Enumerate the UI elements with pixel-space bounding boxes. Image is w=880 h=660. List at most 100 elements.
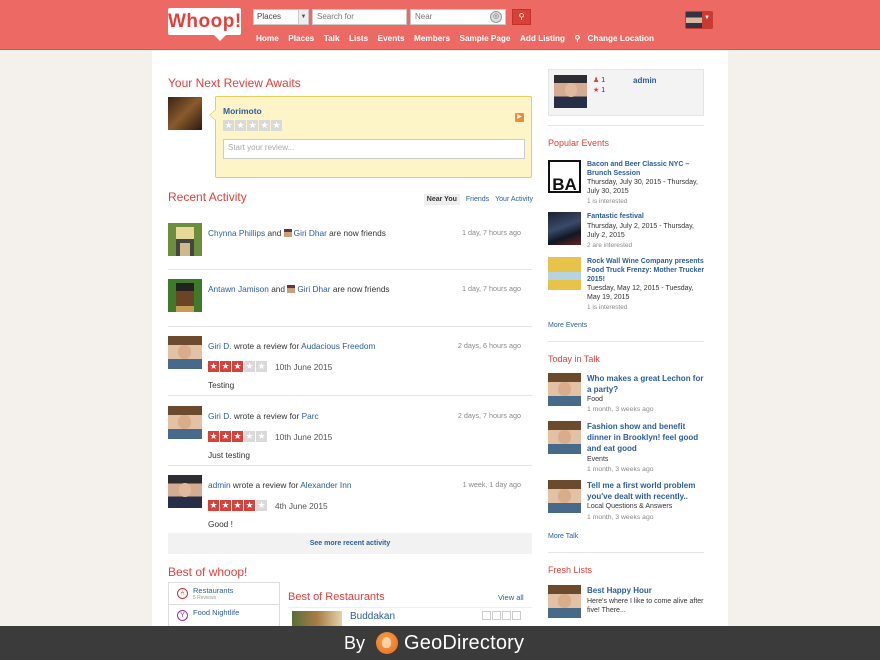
nav-lists[interactable]: Lists [349, 34, 368, 43]
star-filled-icon: ★ [220, 431, 231, 442]
event-date: Thursday, July 30, 2015 - Thursday, July… [587, 179, 698, 195]
avatar[interactable] [548, 585, 581, 618]
search-type-select[interactable]: Places ▼ [253, 9, 309, 25]
star-icon[interactable]: ★ [235, 120, 246, 131]
list-item: Best Happy Hour Here's where I like to c… [548, 585, 708, 618]
search-input[interactable]: Search for [312, 9, 407, 25]
nav-change-location-label: Change Location [587, 34, 654, 43]
tab-your-activity[interactable]: Your Activity [495, 196, 533, 203]
search-button[interactable]: ⚲ [512, 9, 531, 25]
avatar[interactable] [548, 421, 581, 454]
best-of-heading: Best of whoop! [168, 565, 248, 579]
activity-target[interactable]: Audacious Freedom [301, 341, 375, 351]
event-interested: 1 is interested [587, 304, 628, 311]
activity-target[interactable]: Giri Dhar [294, 228, 327, 238]
star-icon [502, 611, 511, 620]
star-filled-icon: ★ [232, 500, 243, 511]
category-sub: 5 Reviews [193, 595, 217, 601]
nav-talk[interactable]: Talk [324, 34, 340, 43]
nav-members[interactable]: Members [414, 34, 450, 43]
star-icon [492, 611, 501, 620]
nav-add-listing[interactable]: Add Listing [520, 34, 565, 43]
search-type-value: Places [257, 12, 282, 21]
event-title[interactable]: Fantastic festival [587, 212, 705, 221]
listing-name[interactable]: Buddakan [350, 611, 395, 622]
user-summary: ♟ 1 ★ 1 admin [548, 69, 704, 116]
list-title[interactable]: Best Happy Hour [587, 585, 705, 596]
see-more-activity-button[interactable]: See more recent activity [168, 533, 532, 554]
activity-verb: wrote a review for [233, 341, 300, 351]
review-body: Just testing [208, 450, 250, 460]
tab-friends[interactable]: Friends [466, 196, 489, 203]
activity-actor[interactable]: Giri D. [208, 341, 232, 351]
chevron-down-icon: ▼ [704, 15, 710, 21]
talk-title[interactable]: Fashion show and benefit dinner in Brook… [587, 421, 705, 454]
talk-title[interactable]: Who makes a great Lechon for a party? [587, 373, 705, 395]
star-icon[interactable]: ★ [223, 120, 234, 131]
activity-target[interactable]: Parc [302, 411, 319, 421]
star-icon[interactable]: ★ [271, 120, 282, 131]
activity-time: 1 day, 7 hours ago [461, 284, 521, 293]
activity-target[interactable]: Giri Dhar [297, 284, 330, 294]
view-all-link[interactable]: View all [498, 593, 524, 602]
review-body: Good ! [208, 519, 233, 529]
avatar[interactable] [168, 336, 202, 369]
talk-category: Food [587, 396, 603, 403]
search-icon: ⚲ [518, 12, 525, 21]
event-thumbnail[interactable] [548, 212, 581, 245]
avatar[interactable] [168, 223, 202, 256]
star-icon[interactable]: ★ [259, 120, 270, 131]
list-excerpt: Here's where I like to come alive after … [587, 598, 704, 614]
listing-thumbnail[interactable] [292, 611, 342, 626]
user-name[interactable]: admin [633, 76, 657, 85]
nav-home[interactable]: Home [256, 34, 279, 43]
category-item-restaurants[interactable]: ⑃ Restaurants 5 Reviews [169, 583, 279, 605]
activity-actor[interactable]: Chynna Phillips [208, 228, 265, 238]
event-thumbnail[interactable]: BA [548, 160, 581, 194]
avatar[interactable] [548, 373, 581, 406]
event-title[interactable]: Bacon and Beer Classic NYC – Brunch Sess… [587, 160, 705, 178]
avatar[interactable] [168, 406, 202, 439]
avatar[interactable] [554, 75, 587, 108]
talk-title[interactable]: Tell me a first world problem you've dea… [587, 480, 705, 502]
user-menu-button[interactable]: ▼ [685, 11, 713, 29]
category-item-nightlife[interactable]: Y Food Nightlife [169, 605, 279, 627]
footer-brand: GeoDirectory [404, 632, 525, 654]
avatar[interactable] [548, 480, 581, 513]
place-thumbnail[interactable] [168, 97, 202, 130]
activity-target[interactable]: Alexander Inn [300, 480, 351, 490]
event-interested: 2 are interested [587, 242, 633, 249]
review-textarea[interactable]: Start your review... [223, 139, 525, 159]
star-filled-icon: ★ [208, 431, 219, 442]
nav-events[interactable]: Events [378, 34, 405, 43]
activity-actor[interactable]: admin [208, 480, 231, 490]
activity-verb: wrote a review for [232, 480, 299, 490]
event-title[interactable]: Rock Wall Wine Company presents Food Tru… [587, 257, 705, 284]
avatar[interactable] [168, 475, 202, 508]
activity-actor[interactable]: Giri D. [208, 411, 232, 421]
nav-sample-page[interactable]: Sample Page [460, 34, 511, 43]
friends-count: 1 [601, 77, 606, 84]
avatar[interactable] [168, 279, 202, 312]
skip-icon[interactable]: ▶ [515, 113, 524, 122]
review-place-name[interactable]: Morimoto [223, 106, 262, 116]
fresh-lists-heading: Fresh Lists [548, 565, 593, 575]
locate-me-icon[interactable]: ◎ [490, 11, 502, 23]
user-stats: ♟ 1 ★ 1 [593, 76, 605, 96]
nav-places[interactable]: Places [288, 34, 314, 43]
rating-input[interactable]: ★ ★ ★ ★ ★ [223, 120, 283, 131]
best-section-title: Best of Restaurants [288, 591, 385, 603]
more-talk-link[interactable]: More Talk [548, 533, 578, 540]
nav-change-location[interactable]: ⚲ Change Location [575, 34, 661, 43]
main-container: Your Next Review Awaits Morimoto ★ ★ ★ ★ ★ ▶… [152, 51, 728, 626]
activity-verb: and [271, 284, 286, 294]
star-icon[interactable]: ★ [247, 120, 258, 131]
activity-actor[interactable]: Antawn Jamison [208, 284, 269, 294]
star-empty-icon: ★ [244, 431, 255, 442]
event-thumbnail[interactable] [548, 257, 581, 290]
tab-near-you[interactable]: Near You [423, 194, 460, 205]
event-date: Thursday, July 2, 2015 - Thursday, July … [587, 223, 694, 239]
activity-text: Giri D. wrote a review for Parc [208, 411, 319, 421]
more-events-link[interactable]: More Events [548, 322, 587, 329]
site-logo[interactable]: Whoop! [168, 8, 241, 41]
